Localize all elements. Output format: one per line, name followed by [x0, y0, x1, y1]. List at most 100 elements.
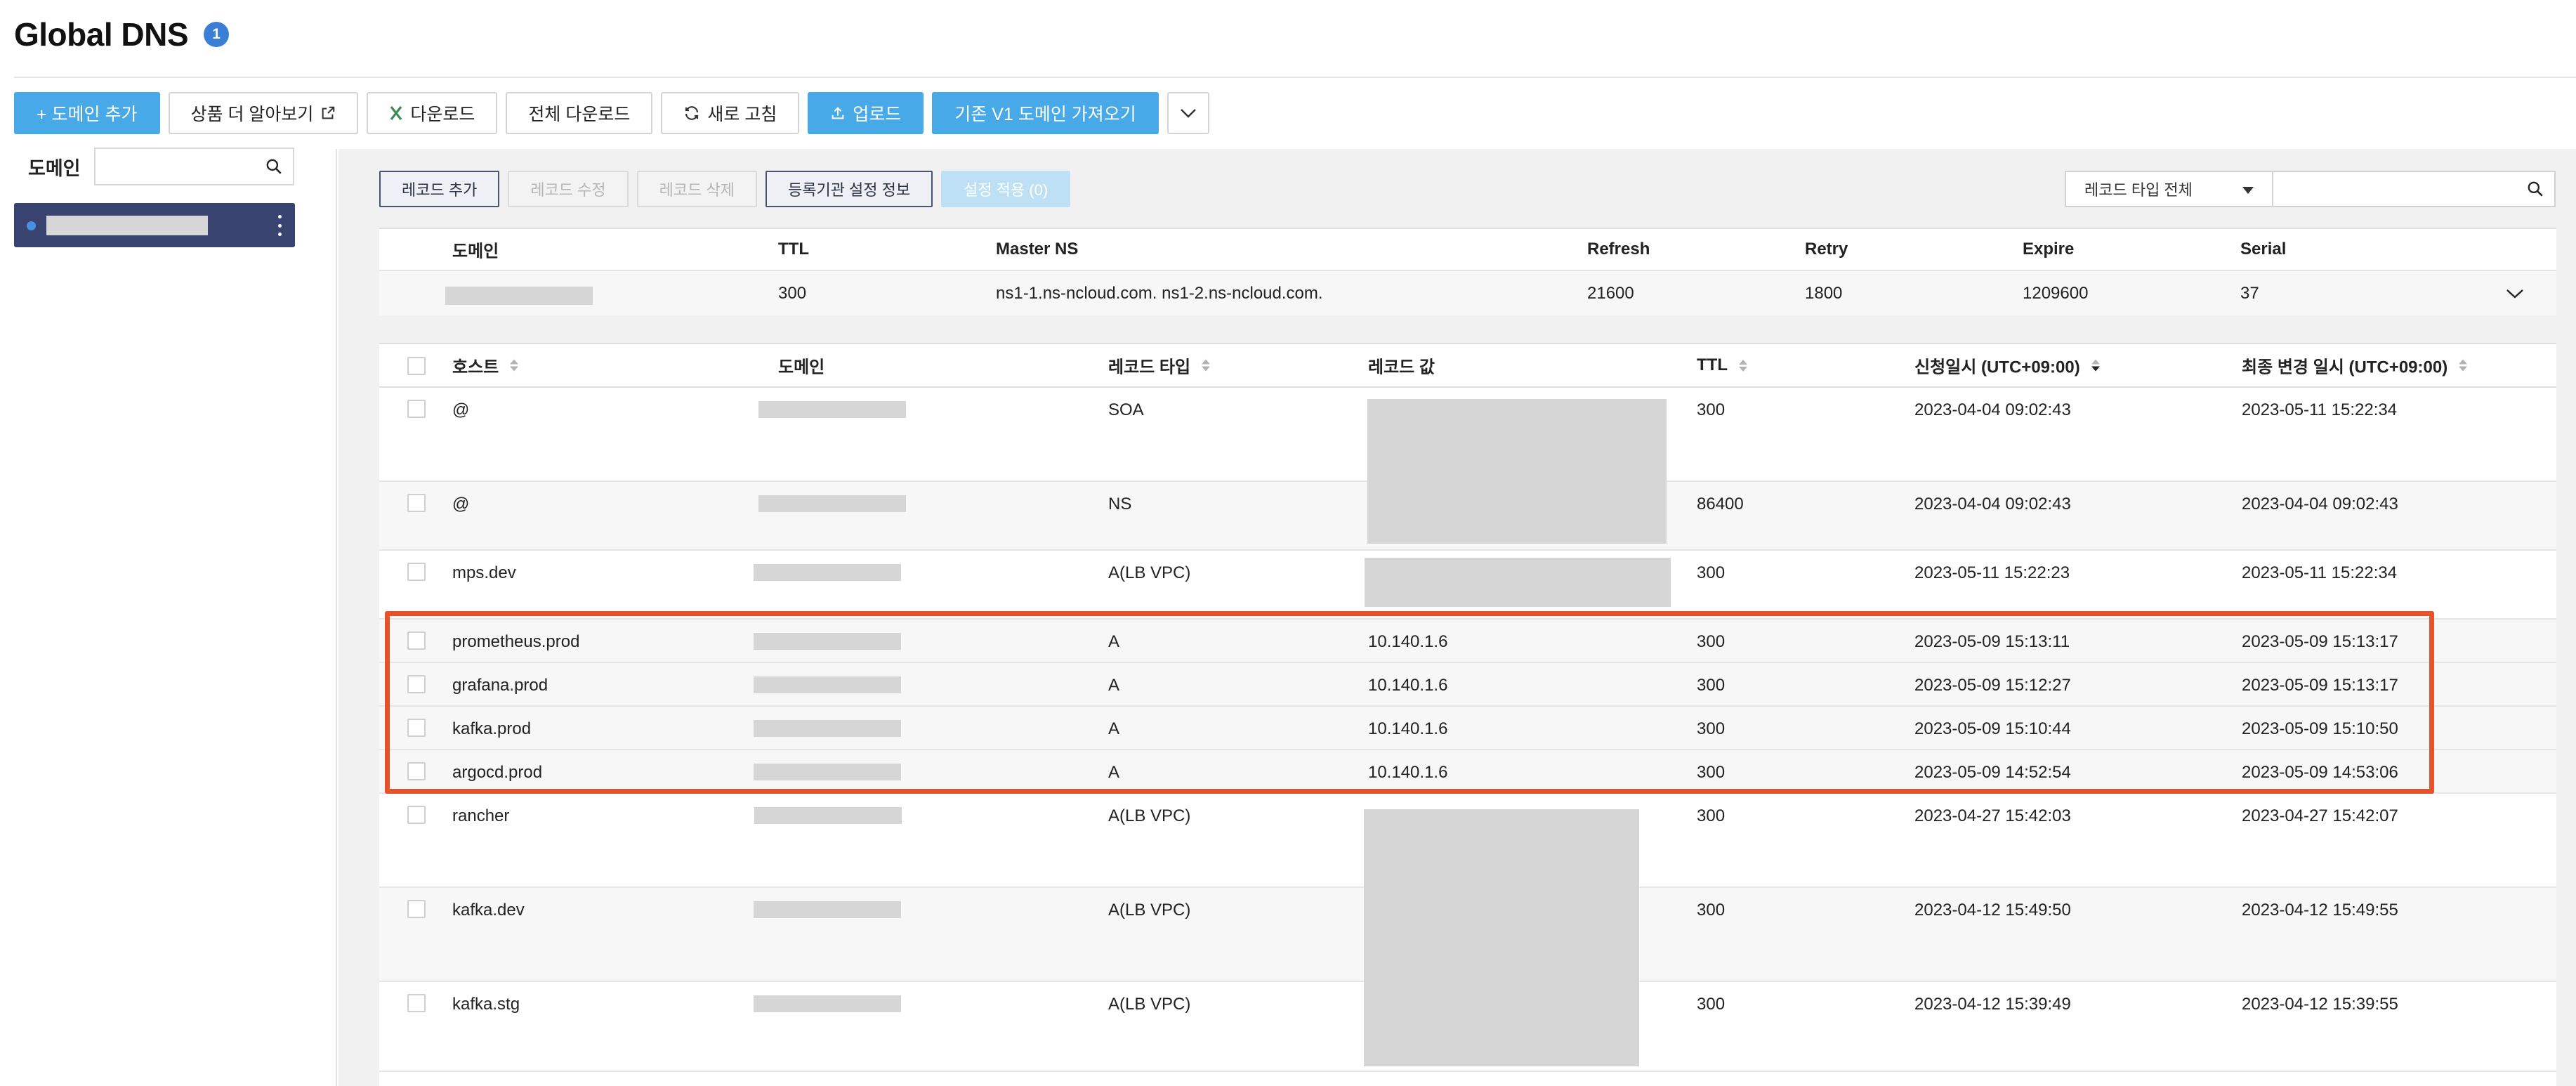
cell-requested: 2023-05-09 14:52:54	[1914, 763, 2071, 782]
col-ttl: TTL	[778, 240, 809, 259]
col-requested[interactable]: 신청일시 (UTC+09:00)	[1914, 353, 2100, 378]
table-row[interactable]: argocd.prod A 10.140.1.6 300 2023-05-09 …	[379, 750, 2556, 794]
header-divider	[14, 77, 2576, 78]
col-host[interactable]: 호스트	[452, 353, 519, 378]
row-checkbox[interactable]	[407, 994, 426, 1012]
col-value-label: 레코드 값	[1368, 358, 1435, 377]
cell-host: prometheus.prod	[452, 632, 580, 651]
import-v1-label: 기존 V1 도메인 가져오기	[954, 105, 1136, 124]
soa-data-row[interactable]: 300 ns1-1.ns-ncloud.com. ns1-2.ns-ncloud…	[379, 271, 2556, 315]
table-row[interactable]: mps.dev A(LB VPC) 300 2023-05-11 15:22:2…	[379, 551, 2556, 620]
row-checkbox[interactable]	[407, 900, 426, 918]
redacted-domain	[754, 995, 901, 1012]
row-checkbox[interactable]	[407, 563, 426, 581]
upload-label: 업로드	[853, 105, 902, 124]
sort-desc-icon	[2091, 359, 2100, 372]
row-checkbox[interactable]	[407, 719, 426, 737]
cell-modified: 2023-05-09 14:53:06	[2242, 763, 2398, 782]
cell-host: kafka.stg	[452, 995, 520, 1014]
col-type[interactable]: 레코드 타입	[1108, 353, 1211, 378]
domain-search-input[interactable]	[94, 148, 294, 185]
cell-requested: 2023-05-09 15:10:44	[1914, 719, 2071, 738]
row-checkbox[interactable]	[407, 632, 426, 650]
cell-modified: 2023-05-09 15:13:17	[2242, 632, 2398, 651]
select-all-checkbox[interactable]	[407, 357, 426, 375]
add-record-button[interactable]: 레코드 추가	[379, 171, 500, 207]
cell-requested: 2023-05-09 15:13:11	[1914, 632, 2070, 651]
col-domain: 도메인	[778, 353, 824, 378]
row-checkbox[interactable]	[407, 762, 426, 780]
cell-ttl: 300	[1697, 806, 1726, 825]
redacted-domain	[754, 764, 901, 780]
redacted-domain	[445, 287, 593, 305]
excel-icon	[389, 105, 403, 121]
add-domain-label: + 도메인 추가	[37, 105, 138, 124]
cell-ttl: 300	[1697, 995, 1726, 1014]
kebab-menu-icon[interactable]	[278, 215, 282, 236]
apply-settings-button[interactable]: 설정 적용 (0)	[941, 171, 1071, 207]
page-title: Global DNS	[14, 16, 189, 53]
refresh-button[interactable]: 새로 고침	[661, 92, 800, 134]
cell-ttl: 300	[1697, 563, 1726, 582]
col-domain-label: 도메인	[778, 358, 825, 377]
col-ttl[interactable]: TTL	[1697, 355, 1747, 375]
col-refresh: Refresh	[1587, 240, 1650, 259]
edit-record-button[interactable]: 레코드 수정	[508, 171, 629, 207]
info-badge[interactable]: 1	[204, 22, 230, 47]
col-ttl-label: TTL	[1697, 355, 1728, 374]
cell-type: A(LB VPC)	[1108, 995, 1191, 1014]
cell-type: A(LB VPC)	[1108, 563, 1191, 582]
redacted-domain	[754, 720, 901, 737]
record-type-select-value: 레코드 타입 전체	[2084, 181, 2193, 199]
search-icon[interactable]	[265, 157, 283, 179]
row-checkbox[interactable]	[407, 494, 426, 512]
col-modified[interactable]: 최종 변경 일시 (UTC+09:00)	[2242, 353, 2468, 378]
table-row[interactable]: kafka.prod A 10.140.1.6 300 2023-05-09 1…	[379, 707, 2556, 750]
cell-value: 10.140.1.6	[1368, 632, 1448, 651]
cell-host: argocd.prod	[452, 763, 543, 782]
learn-more-button[interactable]: 상품 더 알아보기	[168, 92, 359, 134]
table-row[interactable]: grafana.prod A 10.140.1.6 300 2023-05-09…	[379, 663, 2556, 707]
soa-header-row: 도메인 TTL Master NS Refresh Retry Expire S…	[379, 229, 2556, 271]
cell-requested: 2023-05-09 15:12:27	[1914, 676, 2071, 695]
cell-modified: 2023-04-04 09:02:43	[2242, 495, 2398, 513]
domain-list-item-selected[interactable]	[14, 203, 295, 247]
cell-requested: 2023-04-12 15:39:49	[1914, 995, 2071, 1014]
cell-host: @	[452, 400, 470, 419]
col-modified-label: 최종 변경 일시 (UTC+09:00)	[2242, 358, 2448, 377]
upload-button[interactable]: 업로드	[808, 92, 924, 134]
download-all-button[interactable]: 전체 다운로드	[506, 92, 653, 134]
redacted-domain	[754, 633, 901, 650]
more-options-button[interactable]	[1167, 92, 1209, 134]
external-link-icon	[320, 105, 336, 121]
registrar-settings-button[interactable]: 등록기관 설정 정보	[765, 171, 933, 207]
col-expire: Expire	[2023, 240, 2075, 259]
table-row[interactable]: prometheus.prod A 10.140.1.6 300 2023-05…	[379, 620, 2556, 663]
row-checkbox[interactable]	[407, 400, 426, 418]
search-icon[interactable]	[2526, 180, 2544, 202]
main-toolbar: + 도메인 추가 상품 더 알아보기 다운로드 전체 다운로드 새로 고침 업로…	[14, 92, 1209, 134]
sort-icon	[2459, 359, 2468, 372]
delete-record-button[interactable]: 레코드 삭제	[636, 171, 757, 207]
download-button[interactable]: 다운로드	[367, 92, 498, 134]
record-type-select[interactable]: 레코드 타입 전체	[2065, 171, 2273, 207]
add-domain-button[interactable]: + 도메인 추가	[14, 92, 160, 134]
cell-host: @	[452, 495, 470, 513]
soa-refresh: 21600	[1587, 283, 1634, 303]
record-search-input[interactable]	[2273, 171, 2556, 207]
soa-expire: 1209600	[2023, 283, 2089, 303]
status-dot	[27, 221, 36, 230]
refresh-icon	[683, 105, 700, 122]
redacted-domain	[754, 807, 902, 824]
soa-serial: 37	[2240, 283, 2259, 303]
redacted-domain	[758, 401, 906, 418]
redacted-record-value	[1364, 809, 1639, 1066]
cell-ttl: 86400	[1697, 495, 1744, 513]
cell-ttl: 300	[1697, 676, 1726, 695]
expand-chevron-icon[interactable]	[2506, 284, 2524, 303]
cell-host: kafka.prod	[452, 719, 532, 738]
row-checkbox[interactable]	[407, 675, 426, 693]
import-v1-button[interactable]: 기존 V1 도메인 가져오기	[932, 92, 1159, 134]
cell-modified: 2023-04-12 15:39:55	[2242, 995, 2398, 1014]
row-checkbox[interactable]	[407, 806, 426, 824]
